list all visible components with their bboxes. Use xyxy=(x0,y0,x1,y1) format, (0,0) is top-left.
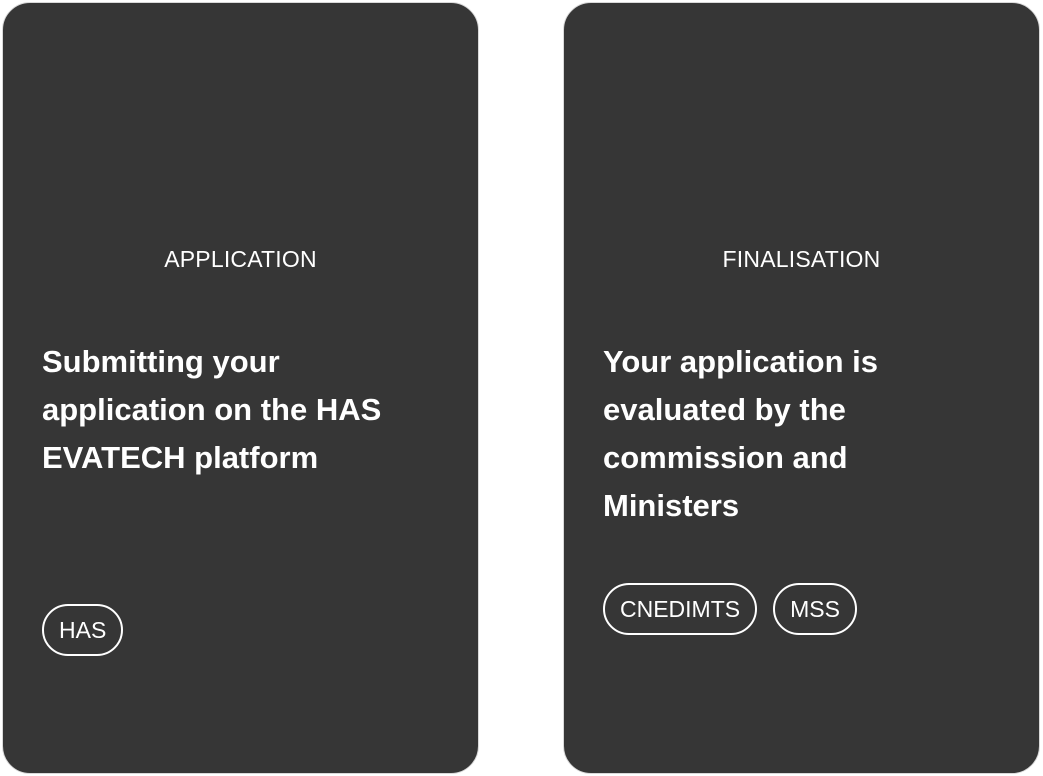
step-label: FINALISATION xyxy=(722,246,881,272)
step-card-application: APPLICATION Submitting your application … xyxy=(2,2,479,774)
tag-cnedimts: CNEDIMTS xyxy=(603,583,758,635)
tag-list: CNEDIMTS MSS xyxy=(603,583,857,635)
step-label: APPLICATION xyxy=(164,246,317,272)
tag-list: HAS xyxy=(42,604,124,656)
tag-mss: MSS xyxy=(773,583,857,635)
step-title: Your application is evaluated by the com… xyxy=(603,344,879,523)
step-title: Submitting your application on the HAS E… xyxy=(42,344,382,475)
tag-has: HAS xyxy=(42,604,124,656)
step-card-finalisation: FINALISATION Your application is evaluat… xyxy=(563,2,1040,774)
process-steps: APPLICATION Submitting your application … xyxy=(0,0,1043,776)
